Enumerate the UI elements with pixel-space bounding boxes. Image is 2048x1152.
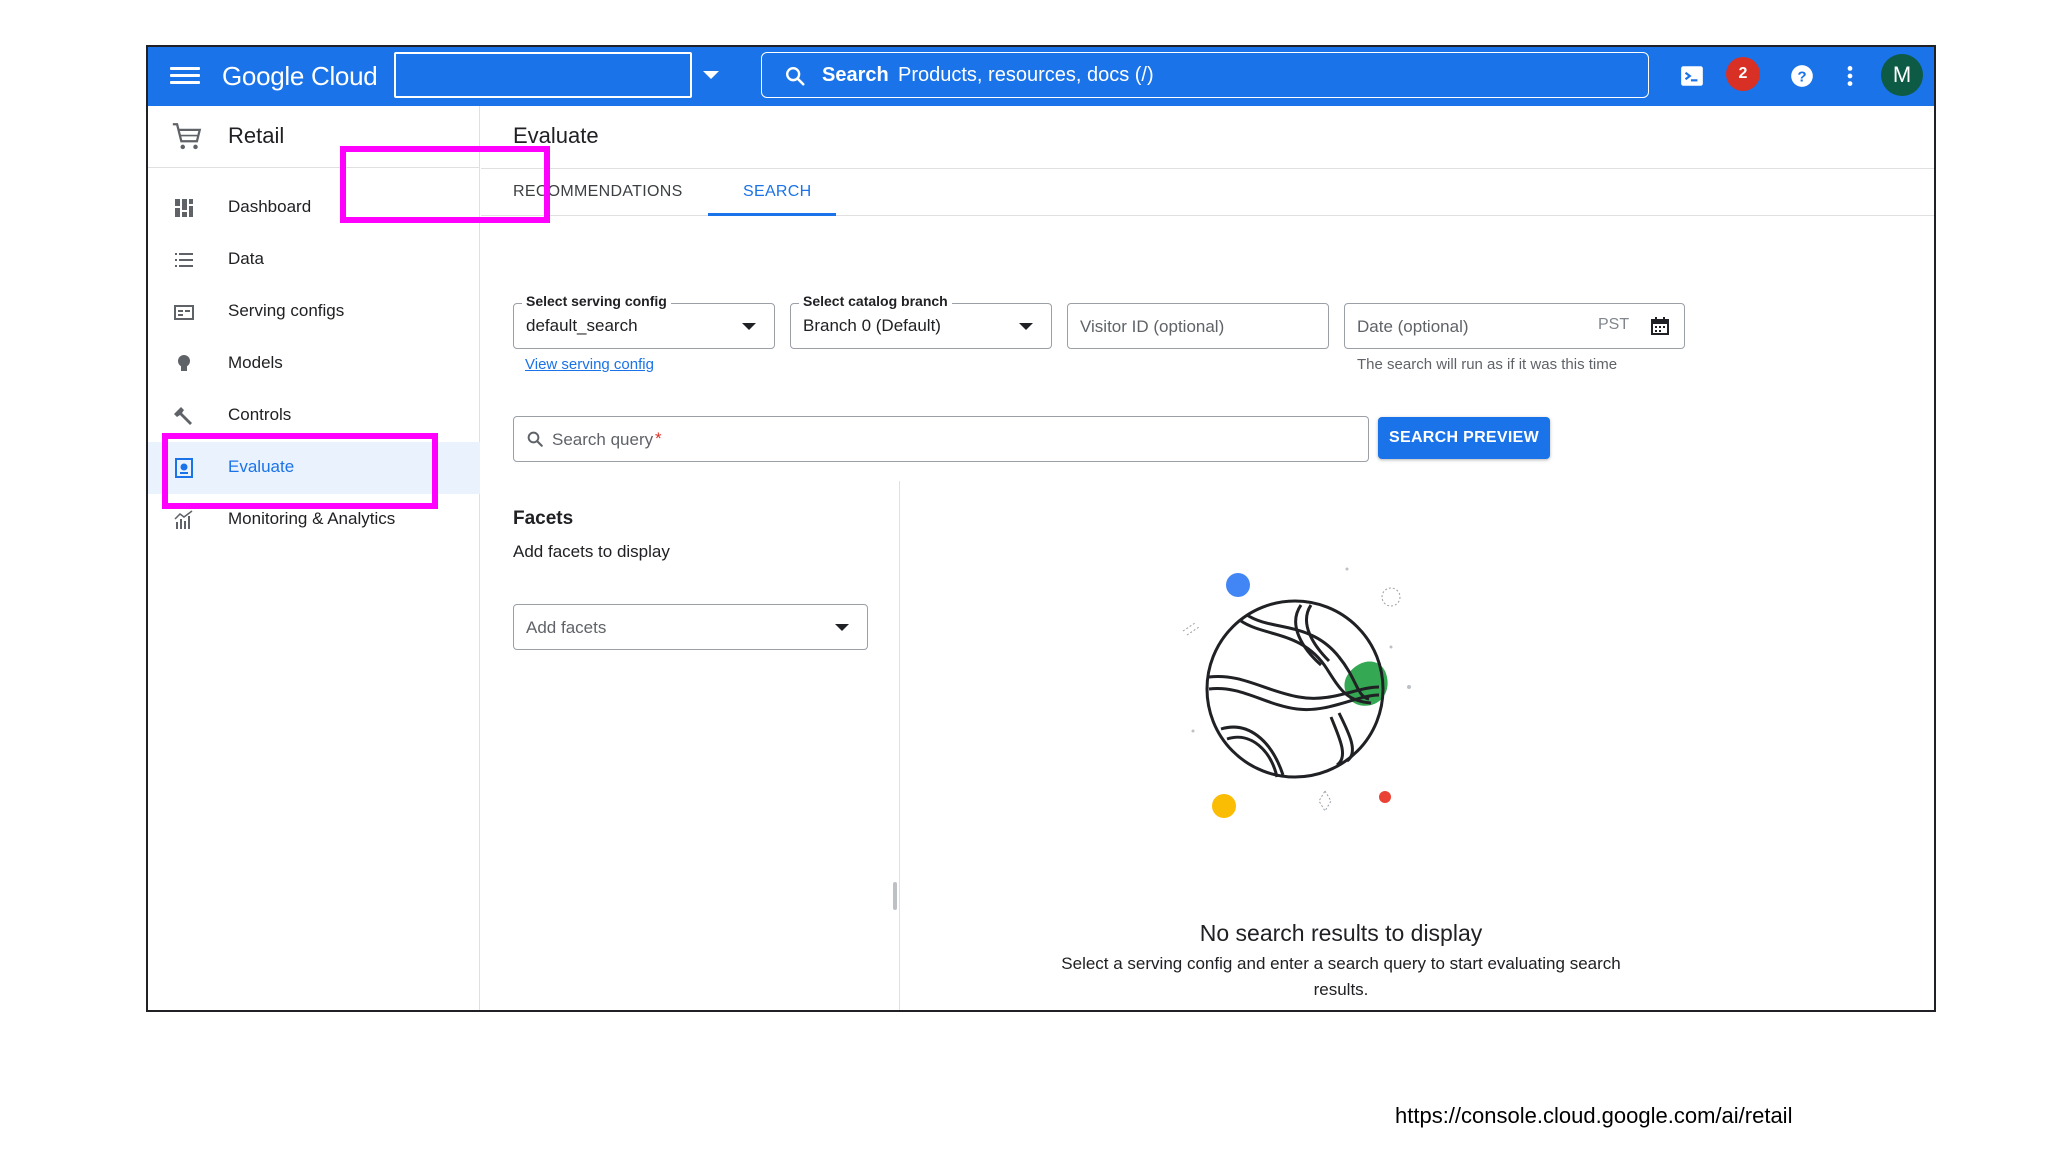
facets-pane: Facets Add facets to display Add facets bbox=[481, 481, 900, 1010]
analytics-icon bbox=[174, 510, 193, 529]
product-title: Retail bbox=[228, 123, 285, 148]
tab-recommendations[interactable]: RECOMMENDATIONS bbox=[513, 183, 683, 201]
visitor-id-field[interactable]: Visitor ID (optional) bbox=[1067, 303, 1329, 349]
sidebar-item-label: Evaluate bbox=[228, 457, 295, 476]
sidebar-item-models[interactable]: Models bbox=[148, 338, 480, 390]
field-label: Select serving config bbox=[522, 293, 671, 309]
dropdown-arrow-icon bbox=[1019, 323, 1033, 330]
dashboard-icon bbox=[175, 199, 193, 217]
sidebar-item-controls[interactable]: Controls bbox=[148, 390, 480, 442]
sidebar-header: Retail bbox=[148, 106, 480, 168]
active-tab-indicator bbox=[708, 213, 836, 216]
search-icon bbox=[786, 67, 805, 86]
empty-state-title: No search results to display bbox=[1199, 920, 1483, 946]
global-search[interactable]: Search Products, resources, docs (/) bbox=[761, 52, 1649, 98]
pane-resize-handle[interactable] bbox=[893, 882, 897, 910]
calendar-icon[interactable] bbox=[1650, 316, 1670, 336]
serving-config-select[interactable]: Select serving config default_search bbox=[513, 293, 775, 349]
field-value: default_search bbox=[526, 316, 638, 335]
search-query-placeholder: Search query bbox=[552, 430, 654, 449]
notifications-badge[interactable]: 2 bbox=[1726, 57, 1760, 91]
chevron-down-icon[interactable] bbox=[703, 71, 719, 79]
date-field[interactable]: Date (optional) PST bbox=[1344, 303, 1685, 349]
list-icon bbox=[175, 253, 193, 267]
dropdown-arrow-icon bbox=[742, 323, 756, 330]
sidebar-item-data[interactable]: Data bbox=[148, 234, 480, 286]
dropdown-arrow-icon bbox=[835, 624, 849, 631]
cart-icon bbox=[172, 123, 202, 150]
date-hint: The search will run as if it was this ti… bbox=[1357, 356, 1618, 373]
main-content: Evaluate RECOMMENDATIONS SEARCH Select s… bbox=[481, 106, 1934, 1010]
lightbulb-icon bbox=[178, 355, 190, 371]
facets-title: Facets bbox=[513, 508, 574, 529]
sidebar-item-label: Dashboard bbox=[228, 197, 312, 216]
catalog-branch-select[interactable]: Select catalog branch Branch 0 (Default) bbox=[790, 293, 1052, 349]
google-cloud-logo[interactable]: Google Cloud bbox=[222, 59, 378, 93]
field-placeholder: Add facets bbox=[526, 618, 607, 637]
sidebar-item-evaluate[interactable]: Evaluate bbox=[148, 442, 480, 494]
sidebar-item-dashboard[interactable]: Dashboard bbox=[148, 182, 480, 234]
search-placeholder: Products, resources, docs (/) bbox=[898, 64, 1154, 86]
sidebar-item-label: Data bbox=[228, 249, 264, 268]
add-facets-select[interactable]: Add facets bbox=[513, 604, 868, 650]
evaluate-icon bbox=[175, 458, 193, 478]
facets-subtitle: Add facets to display bbox=[513, 542, 670, 561]
sidebar-item-label: Serving configs bbox=[228, 301, 345, 320]
svg-text:?: ? bbox=[1797, 68, 1806, 85]
empty-state-illustration bbox=[1182, 567, 1411, 818]
avatar[interactable]: M bbox=[1881, 54, 1923, 96]
field-value: Branch 0 (Default) bbox=[803, 316, 941, 335]
sidebar-item-monitoring[interactable]: Monitoring & Analytics bbox=[148, 494, 480, 546]
cloud-shell-icon[interactable] bbox=[1679, 63, 1705, 89]
footer-url: https://console.cloud.google.com/ai/reta… bbox=[1395, 1103, 1793, 1128]
empty-state-subtitle: Select a serving config and enter a sear… bbox=[1061, 954, 1621, 999]
sidebar: Retail Dashboard Data Serving configs Mo… bbox=[148, 106, 480, 1010]
top-bar: Google Cloud Search Products, resources,… bbox=[148, 47, 1934, 106]
view-serving-config-link[interactable]: View serving config bbox=[525, 356, 654, 373]
tab-bar: RECOMMENDATIONS SEARCH bbox=[481, 168, 1934, 216]
serving-config-icon bbox=[174, 305, 194, 320]
page-title: Evaluate bbox=[513, 123, 599, 148]
app-window: Google Cloud Search Products, resources,… bbox=[146, 45, 1936, 1012]
search-label: Search bbox=[822, 64, 889, 86]
sidebar-item-label: Controls bbox=[228, 405, 292, 424]
search-icon bbox=[527, 431, 543, 447]
help-icon[interactable]: ? bbox=[1789, 63, 1815, 89]
sidebar-item-serving-configs[interactable]: Serving configs bbox=[148, 286, 480, 338]
timezone-label: PST bbox=[1598, 316, 1630, 333]
search-query-input[interactable]: Search query * bbox=[513, 416, 1369, 462]
menu-icon[interactable] bbox=[170, 63, 200, 91]
wrench-icon bbox=[174, 407, 192, 425]
more-vert-icon[interactable] bbox=[1837, 63, 1863, 89]
field-placeholder: Date (optional) bbox=[1357, 317, 1469, 336]
sidebar-item-label: Monitoring & Analytics bbox=[228, 509, 396, 528]
field-label: Select catalog branch bbox=[799, 293, 952, 309]
search-preview-button[interactable]: SEARCH PREVIEW bbox=[1378, 417, 1550, 459]
sidebar-item-label: Models bbox=[228, 353, 283, 372]
field-placeholder: Visitor ID (optional) bbox=[1080, 317, 1225, 336]
tab-search[interactable]: SEARCH bbox=[743, 183, 811, 201]
project-selector[interactable] bbox=[394, 52, 692, 98]
required-mark: * bbox=[655, 429, 662, 448]
